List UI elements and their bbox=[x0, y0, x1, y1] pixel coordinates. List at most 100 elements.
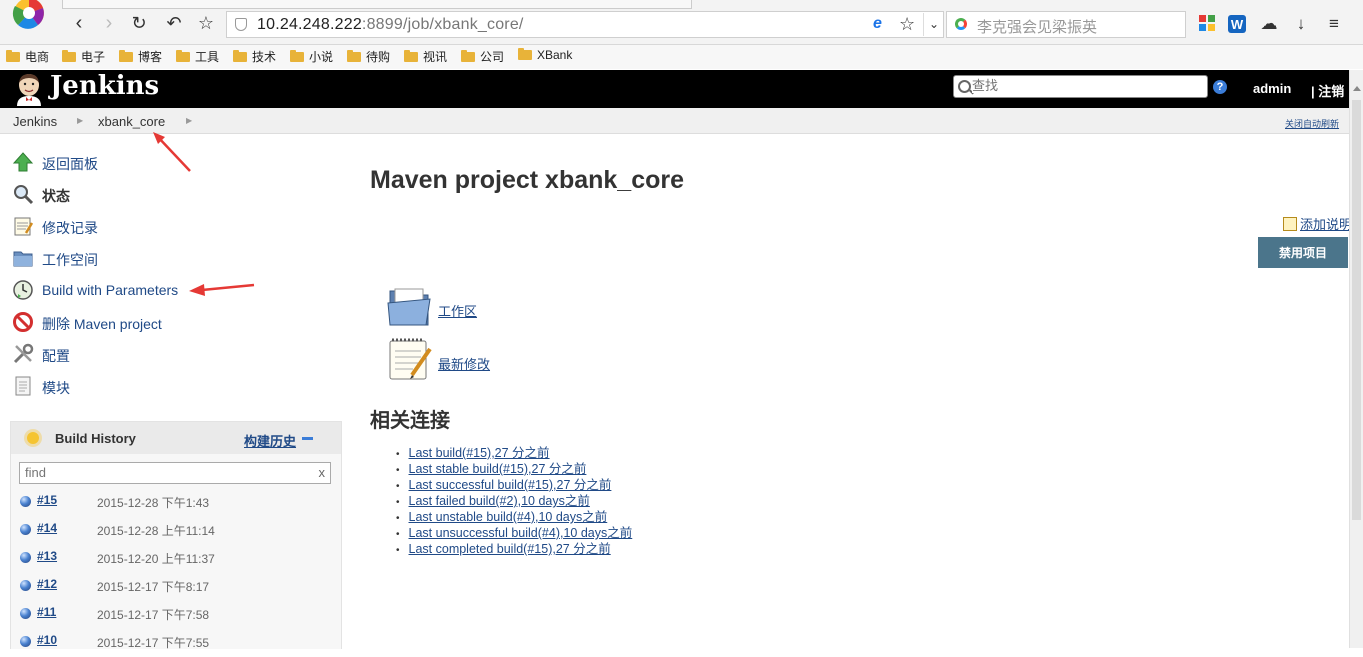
ie-compat-icon[interactable]: e bbox=[873, 15, 891, 33]
bookmark-folder[interactable]: 技术 bbox=[233, 48, 276, 65]
build-date: 2015-12-20 上午11:37 bbox=[97, 552, 215, 566]
build-number-link[interactable]: #14 bbox=[37, 521, 57, 535]
build-number-link[interactable]: #12 bbox=[37, 577, 57, 591]
bookmark-label: 小说 bbox=[309, 50, 334, 64]
breadcrumb-job[interactable]: xbank_core bbox=[98, 114, 165, 129]
breadcrumb-separator-icon[interactable]: ▶ bbox=[77, 116, 83, 125]
task-label[interactable]: 配置 bbox=[42, 346, 70, 366]
blue-ball-icon[interactable] bbox=[20, 636, 31, 647]
forward-icon[interactable]: › bbox=[98, 12, 120, 34]
page-scrollbar[interactable] bbox=[1349, 70, 1363, 648]
bookmark-label: 技术 bbox=[252, 50, 277, 64]
cloud-icon[interactable]: ☁ bbox=[1260, 15, 1278, 33]
blue-ball-icon[interactable] bbox=[20, 580, 31, 591]
blue-ball-icon[interactable] bbox=[20, 524, 31, 535]
annotation-arrow-icon bbox=[153, 132, 191, 172]
task-label[interactable]: Build with Parameters bbox=[42, 282, 178, 298]
build-row: #11 2015-12-17 下午7:58 bbox=[11, 601, 341, 629]
bookmark-label: 工具 bbox=[195, 50, 220, 64]
undo-icon[interactable]: ↶ bbox=[163, 12, 185, 34]
notepad-icon bbox=[14, 217, 34, 236]
bookmark-folder[interactable]: 小说 bbox=[290, 48, 333, 65]
chevron-down-icon[interactable]: ⌄ bbox=[923, 13, 944, 36]
bookmark-label: 视讯 bbox=[423, 50, 448, 64]
jenkins-search-box[interactable] bbox=[953, 75, 1208, 98]
help-icon[interactable]: ? bbox=[1213, 80, 1227, 94]
workspace-link-label[interactable]: 工作区 bbox=[438, 301, 477, 320]
menu-icon[interactable]: ≡ bbox=[1325, 15, 1343, 33]
browser-toolbar: ‹ › ↻ ↶ ☆ 10.24.248.222:8899/job/xbank_c… bbox=[0, 0, 1363, 45]
add-description-link[interactable]: 添加说明 bbox=[1283, 214, 1352, 233]
build-date: 2015-12-28 上午11:14 bbox=[97, 524, 215, 538]
build-history-title: Build History bbox=[55, 431, 136, 446]
add-description-label[interactable]: 添加说明 bbox=[1300, 217, 1352, 232]
bookmark-folder[interactable]: 电子 bbox=[62, 48, 105, 65]
bookmark-folder[interactable]: 电商 bbox=[6, 48, 49, 65]
folder-icon bbox=[119, 50, 133, 62]
recent-changes-link-label[interactable]: 最新修改 bbox=[438, 354, 490, 373]
build-date: 2015-12-17 下午8:17 bbox=[97, 580, 210, 594]
task-label[interactable]: 状态 bbox=[42, 186, 70, 206]
permalink-item: Last unsuccessful build(#4),10 days之前 bbox=[396, 522, 633, 540]
favorite-star-icon[interactable]: ☆ bbox=[899, 14, 915, 35]
build-filter-box[interactable]: x bbox=[19, 462, 331, 484]
jenkins-search-input[interactable] bbox=[972, 78, 1202, 93]
task-label[interactable]: 工作空间 bbox=[42, 250, 98, 270]
url-text: 10.24.248.222:8899/job/xbank_core/ bbox=[257, 16, 524, 34]
blue-ball-icon[interactable] bbox=[20, 608, 31, 619]
jenkins-logo-text[interactable]: Jenkins bbox=[50, 71, 159, 101]
blue-ball-icon[interactable] bbox=[20, 496, 31, 507]
build-row: #15 2015-12-28 下午1:43 bbox=[11, 489, 341, 517]
bookmark-folder[interactable]: 视讯 bbox=[404, 48, 447, 65]
bookmark-star-icon[interactable]: ☆ bbox=[195, 12, 217, 34]
jenkins-butler-logo-icon[interactable] bbox=[14, 72, 44, 106]
task-label[interactable]: 模块 bbox=[42, 378, 70, 398]
edit-note-icon bbox=[1283, 217, 1297, 231]
bookmark-folder[interactable]: 公司 bbox=[461, 48, 504, 65]
bookmark-label: XBank bbox=[537, 48, 573, 62]
clear-filter-icon[interactable]: x bbox=[319, 465, 326, 480]
browser-search-box[interactable]: 李克强会见梁振英 bbox=[946, 11, 1186, 38]
download-icon[interactable]: ↓ bbox=[1292, 15, 1310, 33]
build-number-link[interactable]: #13 bbox=[37, 549, 57, 563]
reload-icon[interactable]: ↻ bbox=[128, 12, 150, 34]
breadcrumb-jenkins[interactable]: Jenkins bbox=[13, 114, 57, 129]
disable-project-button[interactable]: 禁用项目 bbox=[1258, 237, 1348, 268]
build-history-panel: Build History 构建历史 x #15 2015-12-28 下午1:4… bbox=[10, 421, 342, 650]
task-label[interactable]: 返回面板 bbox=[42, 154, 98, 174]
build-date: 2015-12-28 下午1:43 bbox=[97, 496, 210, 510]
scrollbar-thumb[interactable] bbox=[1352, 100, 1361, 520]
build-number-link[interactable]: #11 bbox=[37, 605, 56, 619]
build-number-link[interactable]: #15 bbox=[37, 493, 57, 507]
browser-tab[interactable] bbox=[62, 0, 692, 9]
no-entry-icon bbox=[13, 312, 33, 332]
bookmark-folder[interactable]: XBank bbox=[518, 48, 572, 62]
blue-ball-icon[interactable] bbox=[20, 552, 31, 563]
w-extension-icon[interactable]: W bbox=[1228, 15, 1246, 33]
clock-icon bbox=[13, 280, 33, 300]
permalinks-list: Last build(#15),27 分之前 Last stable build… bbox=[396, 442, 633, 556]
build-trend-link[interactable]: 构建历史 bbox=[244, 431, 296, 450]
task-label[interactable]: 修改记录 bbox=[42, 218, 98, 238]
back-icon[interactable]: ‹ bbox=[68, 12, 90, 34]
address-bar[interactable]: 10.24.248.222:8899/job/xbank_core/ e ☆ ⌄ bbox=[226, 11, 944, 38]
build-filter-input[interactable] bbox=[25, 465, 310, 480]
auto-refresh-toggle[interactable]: 关闭自动刷新 bbox=[1285, 117, 1339, 130]
folder-icon bbox=[62, 50, 76, 62]
task-label[interactable]: 删除 Maven project bbox=[42, 314, 162, 334]
bookmark-folder[interactable]: 博客 bbox=[119, 48, 162, 65]
bookmark-folder[interactable]: 待购 bbox=[347, 48, 390, 65]
search-engine-icon bbox=[955, 18, 967, 30]
svg-text:W: W bbox=[1231, 17, 1244, 32]
build-number-link[interactable]: #10 bbox=[37, 633, 57, 647]
bookmark-label: 公司 bbox=[480, 50, 505, 64]
scroll-up-icon[interactable] bbox=[1353, 86, 1361, 91]
permalink-last-completed-build[interactable]: Last completed build(#15),27 分之前 bbox=[409, 542, 611, 556]
user-link[interactable]: admin bbox=[1253, 81, 1291, 96]
apps-grid-icon[interactable] bbox=[1198, 15, 1216, 33]
minus-icon[interactable] bbox=[302, 437, 313, 440]
bookmark-label: 电子 bbox=[81, 50, 106, 64]
bookmark-folder[interactable]: 工具 bbox=[176, 48, 219, 65]
logout-link[interactable]: | 注销 bbox=[1311, 81, 1344, 100]
breadcrumb-separator-icon[interactable]: ▶ bbox=[186, 116, 192, 125]
